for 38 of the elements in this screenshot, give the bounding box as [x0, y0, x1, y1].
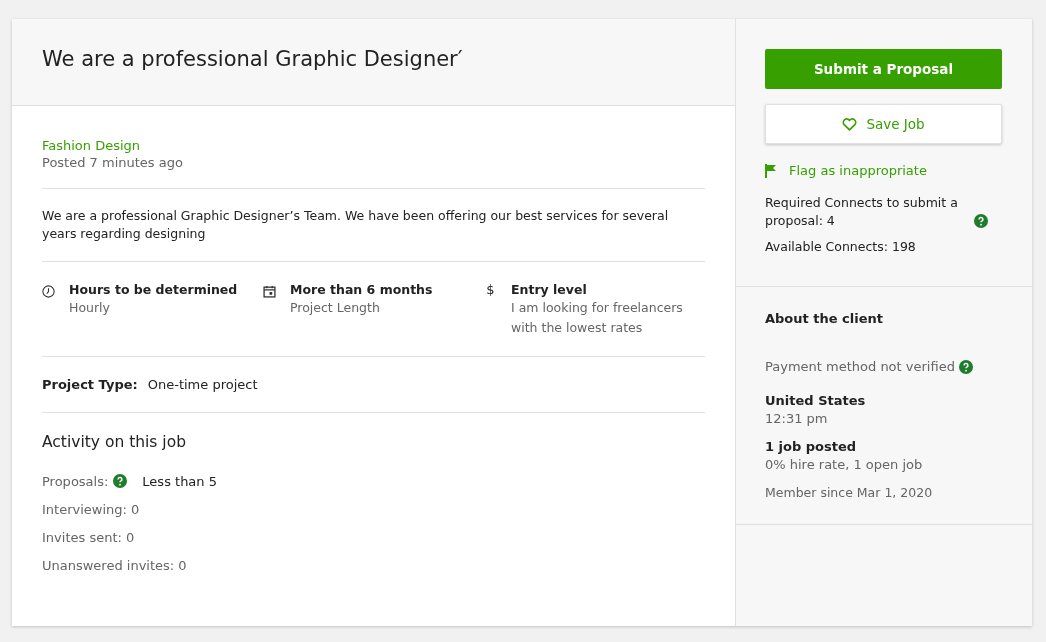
client-heading: About the client — [765, 311, 884, 326]
activity-value: Less than 5 — [142, 473, 217, 489]
activity-heading: Activity on this job — [42, 433, 187, 451]
calendar-icon — [263, 285, 276, 298]
detail-title: Hours to be determined — [69, 282, 238, 297]
client-location: United States — [765, 392, 867, 410]
member-since: Member since Mar 1, 2020 — [765, 484, 934, 502]
project-type-value: One-time project — [147, 377, 258, 392]
clock-icon — [42, 285, 55, 298]
activity-label: Unanswered invites: 0 — [42, 557, 187, 573]
submit-proposal-button[interactable]: Submit a Proposal — [765, 49, 1002, 89]
help-icon[interactable] — [958, 360, 973, 374]
project-type-label: Project Type: — [42, 377, 138, 392]
detail-title: More than 6 months — [290, 282, 433, 297]
job-title: We are a professional Graphic Designer′ — [42, 47, 463, 71]
activity-label: Proposals: — [42, 473, 109, 489]
detail-subtitle: I am looking for freelancers with the lowest rates — [511, 299, 684, 337]
posted-time: Posted 7 minutes ago — [42, 155, 184, 170]
detail-title: Entry level — [511, 282, 588, 297]
flag-icon — [765, 163, 777, 178]
job-description: We are a professional Graphic Designer’s Team. We have been offering our best services for several years regarding designing — [42, 207, 670, 243]
help-icon[interactable] — [113, 474, 128, 488]
activity-label: Invites sent: 0 — [42, 529, 135, 545]
detail-subtitle: Project Length — [290, 299, 381, 317]
connects-text: Available Connects: 198 — [765, 238, 916, 256]
hire-rate: 0% hire rate, 1 open job — [765, 456, 924, 474]
client-time: 12:31 pm — [765, 410, 829, 428]
jobs-posted: 1 job posted — [765, 438, 858, 456]
dollar-sign: $ — [485, 282, 496, 299]
activity-label: Interviewing: 0 — [42, 501, 140, 517]
heart-icon — [842, 117, 858, 131]
detail-subtitle: Hourly — [69, 299, 111, 317]
flag-link[interactable]: Flag as inappropriate — [765, 163, 1002, 178]
save-job-button[interactable]: Save Job — [765, 104, 1002, 144]
payment-status: Payment method not verified — [765, 358, 955, 376]
category-link[interactable]: Fashion Design — [42, 138, 705, 153]
help-icon[interactable] — [974, 214, 988, 228]
connects-text: Required Connects to submit a proposal: 4 — [765, 194, 959, 230]
